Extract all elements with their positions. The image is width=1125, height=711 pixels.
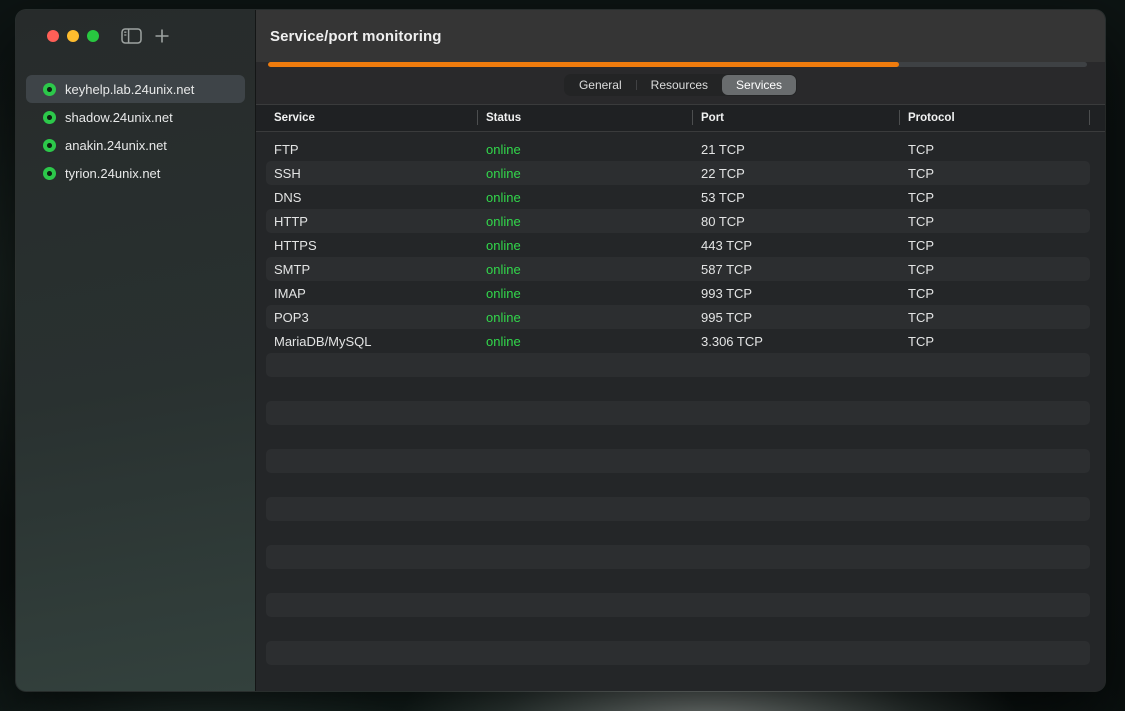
cell-protocol: TCP bbox=[900, 142, 1090, 157]
table-body: FTPonline21 TCPTCPSSHonline22 TCPTCPDNSo… bbox=[256, 132, 1105, 691]
cell-status: online bbox=[478, 142, 693, 157]
cell-port: 587 TCP bbox=[693, 262, 900, 277]
cell-protocol: TCP bbox=[900, 166, 1090, 181]
cell-service: HTTP bbox=[266, 214, 478, 229]
main-panel: Service/port monitoring GeneralResources… bbox=[256, 10, 1105, 691]
table-row-empty bbox=[266, 545, 1090, 569]
server-status-icon bbox=[43, 139, 56, 152]
table-row-empty bbox=[266, 665, 1090, 689]
cell-service: MariaDB/MySQL bbox=[266, 334, 478, 349]
table-row[interactable]: IMAPonline993 TCPTCP bbox=[266, 281, 1090, 305]
table-row[interactable]: SSHonline22 TCPTCP bbox=[266, 161, 1090, 185]
cell-port: 3.306 TCP bbox=[693, 334, 900, 349]
table-row[interactable]: MariaDB/MySQLonline3.306 TCPTCP bbox=[266, 329, 1090, 353]
table-row[interactable]: FTPonline21 TCPTCP bbox=[266, 137, 1090, 161]
cell-service: SMTP bbox=[266, 262, 478, 277]
close-button[interactable] bbox=[47, 30, 59, 42]
table-row-empty bbox=[266, 425, 1090, 449]
sidebar: keyhelp.lab.24unix.net shadow.24unix.net a… bbox=[16, 10, 255, 691]
server-name: keyhelp.lab.24unix.net bbox=[65, 82, 194, 97]
table-row[interactable]: POP3online995 TCPTCP bbox=[266, 305, 1090, 329]
cell-port: 53 TCP bbox=[693, 190, 900, 205]
table-row-empty bbox=[266, 497, 1090, 521]
server-status-icon bbox=[43, 111, 56, 124]
segmented-control: GeneralResourcesServices bbox=[564, 74, 797, 96]
cell-service: SSH bbox=[266, 166, 478, 181]
server-name: anakin.24unix.net bbox=[65, 138, 167, 153]
cell-status: online bbox=[478, 238, 693, 253]
cell-service: DNS bbox=[266, 190, 478, 205]
title-bar: Service/port monitoring bbox=[256, 10, 1105, 62]
server-list-item[interactable]: anakin.24unix.net bbox=[26, 131, 245, 159]
column-header-port[interactable]: Port bbox=[693, 105, 900, 131]
table-row-empty bbox=[266, 641, 1090, 665]
add-server-button[interactable] bbox=[154, 28, 170, 44]
cell-service: FTP bbox=[266, 142, 478, 157]
zoom-button[interactable] bbox=[87, 30, 99, 42]
cell-port: 443 TCP bbox=[693, 238, 900, 253]
table-row-empty bbox=[266, 473, 1090, 497]
sidebar-toggle-icon[interactable] bbox=[121, 28, 142, 44]
cell-status: online bbox=[478, 214, 693, 229]
progress-bar bbox=[268, 62, 1087, 67]
cell-status: online bbox=[478, 262, 693, 277]
server-list-item[interactable]: shadow.24unix.net bbox=[26, 103, 245, 131]
column-header-service[interactable]: Service bbox=[266, 105, 478, 131]
table-row-empty bbox=[266, 401, 1090, 425]
progress-fill bbox=[268, 62, 899, 67]
server-status-icon bbox=[43, 83, 56, 96]
cell-status: online bbox=[478, 286, 693, 301]
tab-resources[interactable]: Resources bbox=[637, 75, 722, 95]
window-controls bbox=[16, 10, 255, 62]
server-list: keyhelp.lab.24unix.net shadow.24unix.net a… bbox=[16, 75, 255, 187]
table-row-empty bbox=[266, 593, 1090, 617]
table-row[interactable]: DNSonline53 TCPTCP bbox=[266, 185, 1090, 209]
minimize-button[interactable] bbox=[67, 30, 79, 42]
table-row-empty bbox=[266, 617, 1090, 641]
table-header: ServiceStatusPortProtocol bbox=[256, 105, 1105, 131]
cell-port: 995 TCP bbox=[693, 310, 900, 325]
column-header-status[interactable]: Status bbox=[478, 105, 693, 131]
sidebar-toolbar bbox=[121, 28, 170, 44]
column-header-protocol[interactable]: Protocol bbox=[900, 105, 1090, 131]
tab-services[interactable]: Services bbox=[722, 75, 796, 95]
table-row[interactable]: SMTPonline587 TCPTCP bbox=[266, 257, 1090, 281]
cell-protocol: TCP bbox=[900, 262, 1090, 277]
cell-service: HTTPS bbox=[266, 238, 478, 253]
cell-protocol: TCP bbox=[900, 190, 1090, 205]
cell-protocol: TCP bbox=[900, 310, 1090, 325]
cell-port: 993 TCP bbox=[693, 286, 900, 301]
table-row-empty bbox=[266, 377, 1090, 401]
table-row-empty bbox=[266, 353, 1090, 377]
cell-port: 21 TCP bbox=[693, 142, 900, 157]
table-row[interactable]: HTTPSonline443 TCPTCP bbox=[266, 233, 1090, 257]
table-row[interactable]: HTTPonline80 TCPTCP bbox=[266, 209, 1090, 233]
table-row-empty bbox=[266, 449, 1090, 473]
tab-bar: GeneralResourcesServices bbox=[256, 74, 1105, 96]
cell-protocol: TCP bbox=[900, 334, 1090, 349]
table-row-empty bbox=[266, 521, 1090, 545]
server-list-item[interactable]: tyrion.24unix.net bbox=[26, 159, 245, 187]
table-row-empty bbox=[266, 569, 1090, 593]
cell-service: IMAP bbox=[266, 286, 478, 301]
cell-status: online bbox=[478, 190, 693, 205]
app-window: keyhelp.lab.24unix.net shadow.24unix.net a… bbox=[16, 10, 1105, 691]
cell-port: 22 TCP bbox=[693, 166, 900, 181]
cell-port: 80 TCP bbox=[693, 214, 900, 229]
server-name: tyrion.24unix.net bbox=[65, 166, 160, 181]
cell-service: POP3 bbox=[266, 310, 478, 325]
server-list-item[interactable]: keyhelp.lab.24unix.net bbox=[26, 75, 245, 103]
tab-general[interactable]: General bbox=[565, 75, 636, 95]
page-title: Service/port monitoring bbox=[270, 28, 442, 45]
cell-protocol: TCP bbox=[900, 238, 1090, 253]
cell-status: online bbox=[478, 310, 693, 325]
server-status-icon bbox=[43, 167, 56, 180]
cell-status: online bbox=[478, 334, 693, 349]
cell-protocol: TCP bbox=[900, 286, 1090, 301]
server-name: shadow.24unix.net bbox=[65, 110, 173, 125]
cell-protocol: TCP bbox=[900, 214, 1090, 229]
cell-status: online bbox=[478, 166, 693, 181]
